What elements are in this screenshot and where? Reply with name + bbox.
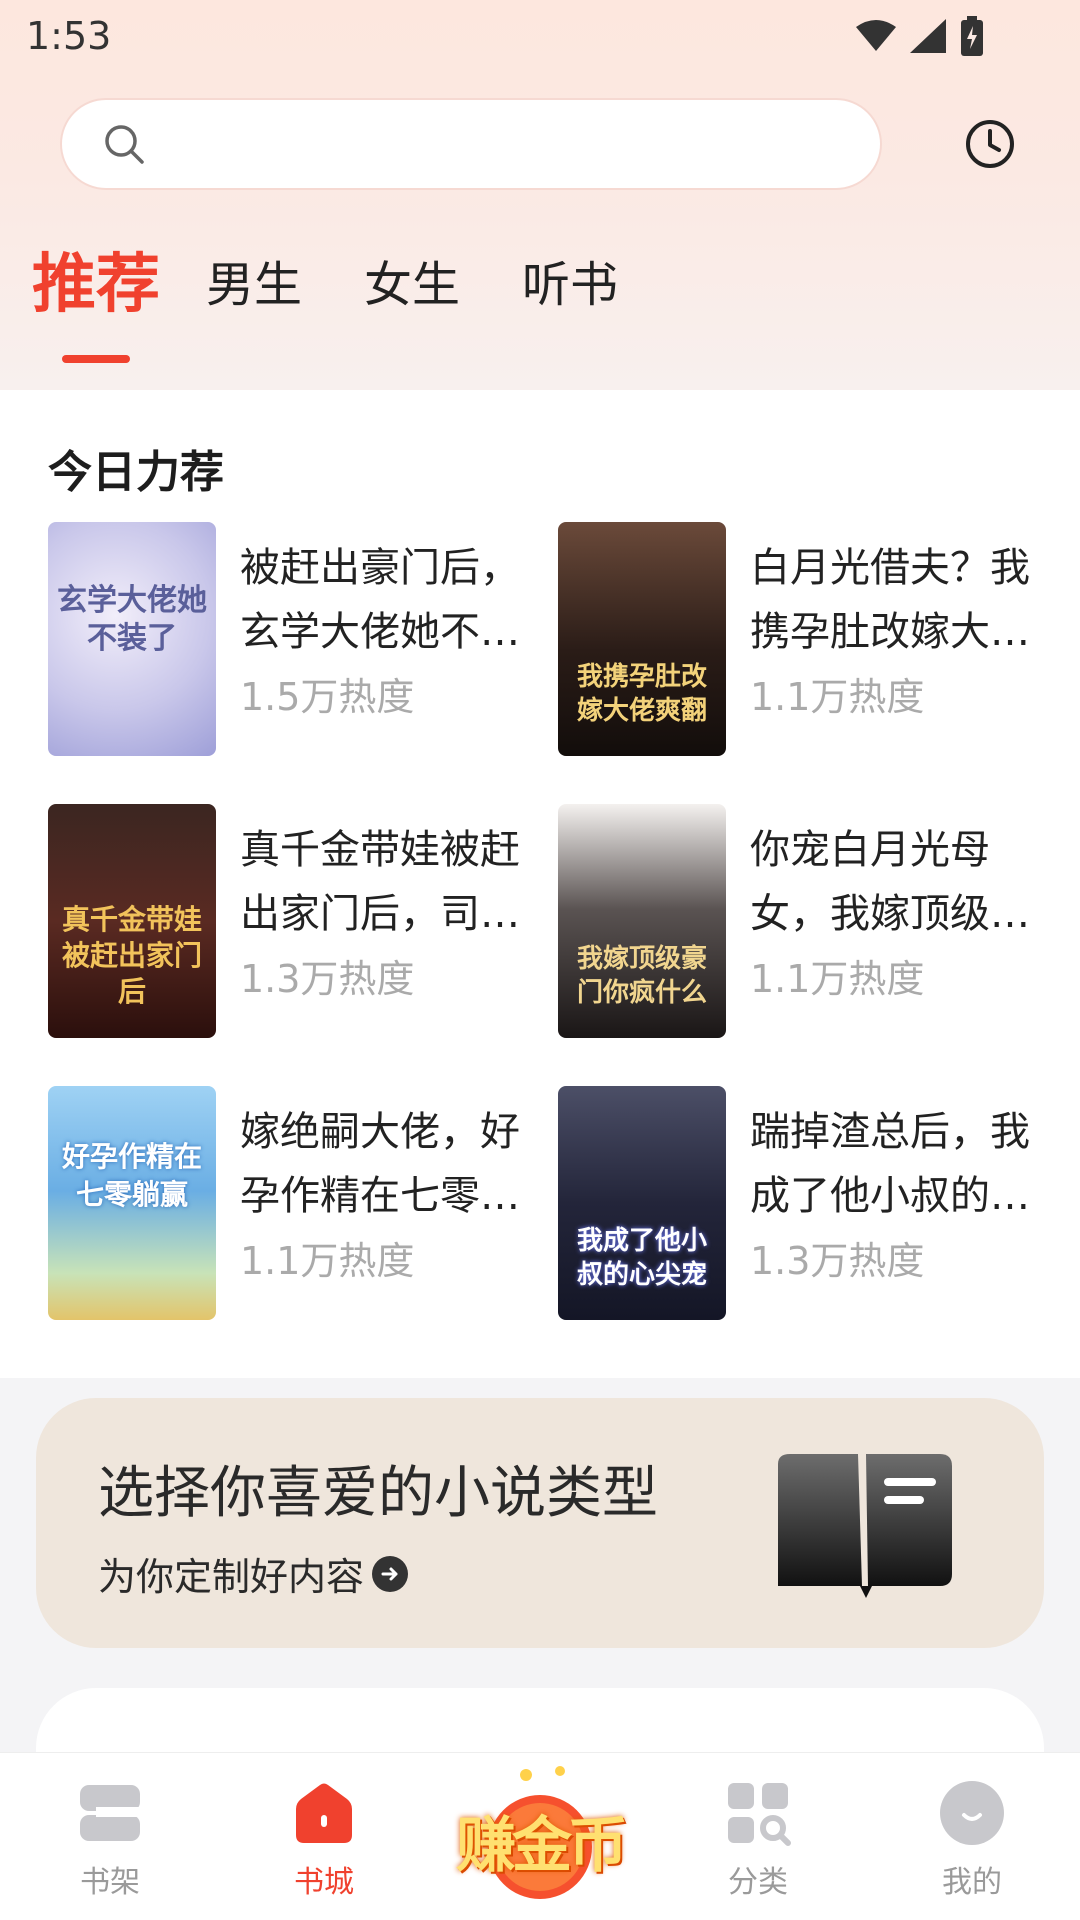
book-info: 嫁绝嗣大佬，好孕作精在七零躺赢 1.1万热度 — [240, 1086, 528, 1322]
book-heat: 1.1万热度 — [750, 675, 925, 719]
book-card[interactable]: 我嫁顶级豪门你疯什么 你宠白月光母女，我嫁顶级豪门你疯什么 1.1万热度 — [558, 804, 1038, 1040]
clock-icon — [966, 120, 1014, 168]
book-card[interactable]: 我成了他小叔的心尖宠 踹掉渣总后，我成了他小叔的心尖宠 1.3万热度 — [558, 1086, 1038, 1322]
earn-coins-button[interactable]: 赚金币 — [448, 1759, 632, 1909]
book-card[interactable]: 好孕作精在七零躺赢 嫁绝嗣大佬，好孕作精在七零躺赢 1.1万热度 — [48, 1086, 528, 1322]
book-info: 你宠白月光母女，我嫁顶级豪门你疯什么 1.1万热度 — [750, 804, 1038, 1040]
nav-label: 分类 — [728, 1865, 788, 1900]
nav-label: 书城 — [294, 1865, 354, 1900]
status-icons — [856, 16, 984, 56]
cover-text: 我成了他小叔的心尖宠 — [576, 1226, 707, 1290]
book-icon — [778, 1454, 952, 1598]
category-icon — [728, 1783, 791, 1846]
tab-indicator — [62, 355, 130, 363]
status-time: 1:53 — [26, 14, 112, 58]
book-heat: 1.3万热度 — [750, 1239, 925, 1283]
tab-recommend[interactable]: 推荐 — [32, 250, 160, 320]
top-area: 1:53 推荐 男生 女生 听书 — [0, 0, 1080, 390]
book-heat: 1.3万热度 — [240, 957, 415, 1001]
earn-coins-label: 赚金币 — [456, 1811, 628, 1881]
book-title: 你宠白月光母女，我嫁顶级豪门你疯什么 — [750, 827, 1030, 937]
cover-text: 玄学大佬她不装了 — [57, 583, 207, 656]
home-icon — [296, 1783, 352, 1843]
arrow-right-icon — [372, 1555, 409, 1592]
battery-icon — [961, 16, 983, 56]
book-title: 踹掉渣总后，我成了他小叔的心尖宠 — [750, 1109, 1030, 1219]
recommend-section: 今日力荐 玄学大佬她不装了 被赶出豪门后，玄学大佬她不装了 1.5万热度 我携孕… — [0, 390, 1080, 1378]
book-card[interactable]: 真千金带娃被赶出家门后 真千金带娃被赶出家门后，司少宠疯了 1.3万热度 — [48, 804, 528, 1040]
section-title: 今日力荐 — [48, 447, 224, 498]
nav-bookshelf[interactable]: 书架 — [50, 1779, 170, 1901]
book-card[interactable]: 我携孕肚改嫁大佬爽翻 白月光借夫？我携孕肚改嫁大佬爽翻 1.1万热度 — [558, 522, 1038, 758]
book-title: 嫁绝嗣大佬，好孕作精在七零躺赢 — [240, 1109, 520, 1219]
cover-text: 我嫁顶级豪门你疯什么 — [576, 944, 707, 1008]
book-title: 被赶出豪门后，玄学大佬她不装了 — [240, 545, 520, 655]
nav-label: 书架 — [80, 1865, 140, 1900]
bottom-nav: 书架 书城 赚金币 分类 我的 — [0, 1752, 1080, 1920]
book-heat: 1.5万热度 — [240, 675, 415, 719]
book-title: 真千金带娃被赶出家门后，司少宠疯了 — [240, 827, 520, 937]
tab-female[interactable]: 女生 — [364, 250, 460, 320]
book-cover: 玄学大佬她不装了 — [48, 522, 216, 756]
category-tabs: 推荐 男生 女生 听书 — [32, 250, 680, 320]
book-cover: 真千金带娃被赶出家门后 — [48, 804, 216, 1038]
cover-text: 真千金带娃被赶出家门后 — [61, 903, 202, 1008]
status-bar: 1:53 — [0, 0, 1080, 72]
book-card[interactable]: 玄学大佬她不装了 被赶出豪门后，玄学大佬她不装了 1.5万热度 — [48, 522, 528, 758]
history-button[interactable] — [960, 114, 1020, 174]
cover-text: 好孕作精在七零躺赢 — [61, 1140, 202, 1211]
nav-category[interactable]: 分类 — [698, 1779, 818, 1901]
book-title: 白月光借夫？我携孕肚改嫁大佬爽翻 — [750, 545, 1030, 655]
bookshelf-icon — [80, 1785, 140, 1841]
banner-title: 选择你喜爱的小说类型 — [98, 1461, 658, 1526]
nav-profile[interactable]: 我的 — [912, 1779, 1032, 1901]
book-heat: 1.1万热度 — [240, 1239, 415, 1283]
book-info: 白月光借夫？我携孕肚改嫁大佬爽翻 1.1万热度 — [750, 522, 1038, 758]
nav-bookstore[interactable]: 书城 — [264, 1779, 384, 1901]
tab-audiobook[interactable]: 听书 — [522, 250, 618, 320]
search-icon — [105, 125, 144, 164]
banner-subtitle: 为你定制好内容 — [98, 1555, 365, 1599]
book-info: 被赶出豪门后，玄学大佬她不装了 1.5万热度 — [240, 522, 528, 758]
genre-select-banner[interactable]: 选择你喜爱的小说类型 为你定制好内容 — [36, 1398, 1044, 1648]
nav-label: 我的 — [942, 1865, 1002, 1900]
book-cover: 我成了他小叔的心尖宠 — [558, 1086, 726, 1320]
book-cover: 我携孕肚改嫁大佬爽翻 — [558, 522, 726, 756]
book-info: 踹掉渣总后，我成了他小叔的心尖宠 1.3万热度 — [750, 1086, 1038, 1322]
cover-text: 我携孕肚改嫁大佬爽翻 — [576, 662, 707, 726]
book-cover: 我嫁顶级豪门你疯什么 — [558, 804, 726, 1038]
search-row — [60, 98, 1020, 190]
book-info: 真千金带娃被赶出家门后，司少宠疯了 1.3万热度 — [240, 804, 528, 1040]
book-heat: 1.1万热度 — [750, 957, 925, 1001]
profile-icon — [940, 1781, 1004, 1845]
search-input[interactable] — [60, 98, 882, 190]
tab-male[interactable]: 男生 — [206, 250, 302, 320]
wifi-icon — [856, 20, 896, 51]
signal-icon — [910, 19, 946, 53]
book-cover: 好孕作精在七零躺赢 — [48, 1086, 216, 1320]
banner-subtitle-row: 为你定制好内容 — [98, 1546, 409, 1601]
